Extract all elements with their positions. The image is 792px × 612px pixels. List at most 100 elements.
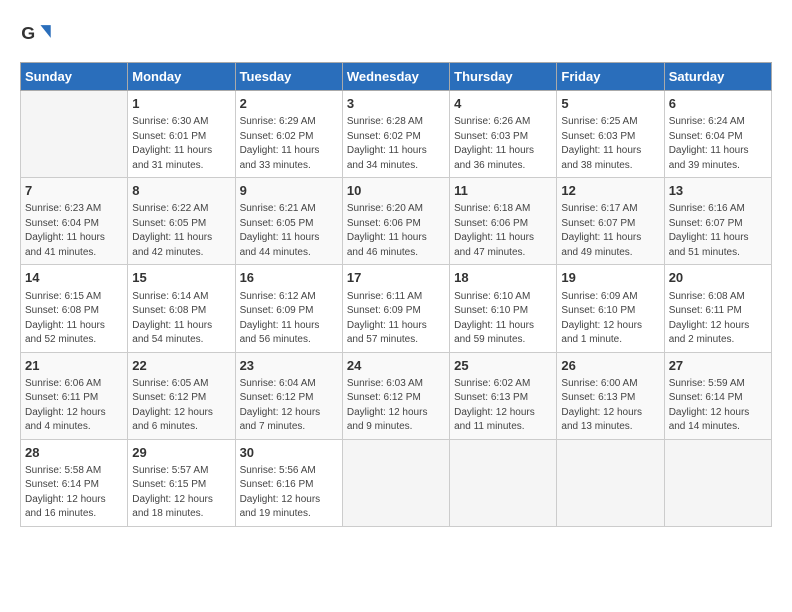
day-number: 23	[240, 357, 338, 375]
day-info: Sunrise: 6:05 AMSunset: 6:12 PMDaylight:…	[132, 377, 230, 435]
calendar-body: 1 Sunrise: 6:30 AMSunset: 6:01 PMDaylight…	[21, 91, 772, 527]
day-info: Sunrise: 5:56 AMSunset: 6:16 PMDaylight:…	[240, 464, 338, 522]
day-number: 20	[669, 269, 767, 287]
weekday-header: Thursday	[450, 63, 557, 91]
calendar-table: SundayMondayTuesdayWednesdayThursdayFrid…	[20, 62, 772, 527]
calendar-cell: 6 Sunrise: 6:24 AMSunset: 6:04 PMDaylight…	[664, 91, 771, 178]
svg-text:G: G	[21, 23, 35, 43]
day-info: Sunrise: 6:26 AMSunset: 6:03 PMDaylight:…	[454, 115, 552, 173]
calendar-cell: 24Sunrise: 6:03 AMSunset: 6:12 PMDayligh…	[342, 352, 449, 439]
day-number: 12	[561, 182, 659, 200]
calendar-cell: 30 Sunrise: 5:56 AMSunset: 6:16 PMDayligh…	[235, 439, 342, 526]
calendar-cell: 29Sunrise: 5:57 AMSunset: 6:15 PMDayligh…	[128, 439, 235, 526]
day-info: Sunrise: 6:22 AMSunset: 6:05 PMDaylight:…	[132, 202, 230, 260]
day-info: Sunrise: 6:21 AMSunset: 6:05 PMDaylight:…	[240, 202, 338, 260]
calendar-cell: 18 Sunrise: 6:10 AMSunset: 6:10 PMDayligh…	[450, 265, 557, 352]
weekday-header: Sunday	[21, 63, 128, 91]
day-number: 2	[240, 95, 338, 113]
calendar-cell: 15 Sunrise: 6:14 AMSunset: 6:08 PMDayligh…	[128, 265, 235, 352]
day-info: Sunrise: 6:23 AMSunset: 6:04 PMDaylight:…	[25, 202, 123, 260]
calendar-cell: 22 Sunrise: 6:05 AMSunset: 6:12 PMDayligh…	[128, 352, 235, 439]
weekday-header: Saturday	[664, 63, 771, 91]
calendar-cell	[664, 439, 771, 526]
calendar-header: SundayMondayTuesdayWednesdayThursdayFrid…	[21, 63, 772, 91]
weekday-header: Wednesday	[342, 63, 449, 91]
calendar-cell	[557, 439, 664, 526]
day-number: 8	[132, 182, 230, 200]
calendar-cell: 5Sunrise: 6:25 AMSunset: 6:03 PMDaylight…	[557, 91, 664, 178]
day-number: 16	[240, 269, 338, 287]
day-number: 25	[454, 357, 552, 375]
day-info: Sunrise: 5:58 AMSunset: 6:14 PMDaylight:…	[25, 464, 123, 522]
calendar-cell: 17 Sunrise: 6:11 AMSunset: 6:09 PMDayligh…	[342, 265, 449, 352]
day-number: 9	[240, 182, 338, 200]
day-info: Sunrise: 6:00 AMSunset: 6:13 PMDaylight:…	[561, 377, 659, 435]
logo-icon: G	[20, 20, 52, 52]
calendar-cell: 23 Sunrise: 6:04 AMSunset: 6:12 PMDayligh…	[235, 352, 342, 439]
day-info: Sunrise: 6:17 AMSunset: 6:07 PMDaylight:…	[561, 202, 659, 260]
day-info: Sunrise: 6:25 AMSunset: 6:03 PMDaylight:…	[561, 115, 659, 173]
day-number: 15	[132, 269, 230, 287]
calendar-cell: 25 Sunrise: 6:02 AMSunset: 6:13 PMDayligh…	[450, 352, 557, 439]
week-row: 21Sunrise: 6:06 AMSunset: 6:11 PMDayligh…	[21, 352, 772, 439]
page-header: G	[20, 20, 772, 52]
calendar-cell: 8 Sunrise: 6:22 AMSunset: 6:05 PMDaylight…	[128, 178, 235, 265]
day-info: Sunrise: 6:02 AMSunset: 6:13 PMDaylight:…	[454, 377, 552, 435]
weekday-header: Monday	[128, 63, 235, 91]
calendar-cell: 27 Sunrise: 5:59 AMSunset: 6:14 PMDayligh…	[664, 352, 771, 439]
day-number: 22	[132, 357, 230, 375]
calendar-cell: 12 Sunrise: 6:17 AMSunset: 6:07 PMDayligh…	[557, 178, 664, 265]
day-number: 13	[669, 182, 767, 200]
day-number: 7	[25, 182, 123, 200]
calendar-cell: 19Sunrise: 6:09 AMSunset: 6:10 PMDayligh…	[557, 265, 664, 352]
day-number: 26	[561, 357, 659, 375]
day-number: 30	[240, 444, 338, 462]
calendar-cell: 11 Sunrise: 6:18 AMSunset: 6:06 PMDayligh…	[450, 178, 557, 265]
calendar-cell: 1 Sunrise: 6:30 AMSunset: 6:01 PMDaylight…	[128, 91, 235, 178]
day-number: 21	[25, 357, 123, 375]
day-info: Sunrise: 6:30 AMSunset: 6:01 PMDaylight:…	[132, 115, 230, 173]
day-number: 29	[132, 444, 230, 462]
day-info: Sunrise: 6:20 AMSunset: 6:06 PMDaylight:…	[347, 202, 445, 260]
calendar-cell: 26 Sunrise: 6:00 AMSunset: 6:13 PMDayligh…	[557, 352, 664, 439]
weekday-row: SundayMondayTuesdayWednesdayThursdayFrid…	[21, 63, 772, 91]
day-info: Sunrise: 6:04 AMSunset: 6:12 PMDaylight:…	[240, 377, 338, 435]
weekday-header: Tuesday	[235, 63, 342, 91]
calendar-cell: 3 Sunrise: 6:28 AMSunset: 6:02 PMDaylight…	[342, 91, 449, 178]
day-info: Sunrise: 6:18 AMSunset: 6:06 PMDaylight:…	[454, 202, 552, 260]
day-info: Sunrise: 6:15 AMSunset: 6:08 PMDaylight:…	[25, 290, 123, 348]
day-info: Sunrise: 6:14 AMSunset: 6:08 PMDaylight:…	[132, 290, 230, 348]
calendar-cell	[21, 91, 128, 178]
day-number: 17	[347, 269, 445, 287]
day-info: Sunrise: 6:29 AMSunset: 6:02 PMDaylight:…	[240, 115, 338, 173]
day-number: 4	[454, 95, 552, 113]
calendar-cell	[342, 439, 449, 526]
calendar-cell: 13 Sunrise: 6:16 AMSunset: 6:07 PMDayligh…	[664, 178, 771, 265]
day-info: Sunrise: 5:59 AMSunset: 6:14 PMDaylight:…	[669, 377, 767, 435]
day-number: 11	[454, 182, 552, 200]
day-number: 14	[25, 269, 123, 287]
calendar-cell: 21Sunrise: 6:06 AMSunset: 6:11 PMDayligh…	[21, 352, 128, 439]
week-row: 14 Sunrise: 6:15 AMSunset: 6:08 PMDayligh…	[21, 265, 772, 352]
day-info: Sunrise: 6:09 AMSunset: 6:10 PMDaylight:…	[561, 290, 659, 348]
week-row: 1 Sunrise: 6:30 AMSunset: 6:01 PMDaylight…	[21, 91, 772, 178]
calendar-cell: 7 Sunrise: 6:23 AMSunset: 6:04 PMDaylight…	[21, 178, 128, 265]
day-number: 1	[132, 95, 230, 113]
day-info: Sunrise: 6:11 AMSunset: 6:09 PMDaylight:…	[347, 290, 445, 348]
day-info: Sunrise: 6:16 AMSunset: 6:07 PMDaylight:…	[669, 202, 767, 260]
calendar-cell: 9 Sunrise: 6:21 AMSunset: 6:05 PMDaylight…	[235, 178, 342, 265]
day-info: Sunrise: 6:28 AMSunset: 6:02 PMDaylight:…	[347, 115, 445, 173]
day-info: Sunrise: 6:24 AMSunset: 6:04 PMDaylight:…	[669, 115, 767, 173]
day-number: 3	[347, 95, 445, 113]
day-number: 27	[669, 357, 767, 375]
week-row: 28 Sunrise: 5:58 AMSunset: 6:14 PMDayligh…	[21, 439, 772, 526]
calendar-cell: 2 Sunrise: 6:29 AMSunset: 6:02 PMDaylight…	[235, 91, 342, 178]
logo: G	[20, 20, 56, 52]
day-number: 18	[454, 269, 552, 287]
calendar-cell: 14 Sunrise: 6:15 AMSunset: 6:08 PMDayligh…	[21, 265, 128, 352]
calendar-cell: 16Sunrise: 6:12 AMSunset: 6:09 PMDayligh…	[235, 265, 342, 352]
calendar-cell: 20Sunrise: 6:08 AMSunset: 6:11 PMDayligh…	[664, 265, 771, 352]
day-number: 6	[669, 95, 767, 113]
day-info: Sunrise: 6:10 AMSunset: 6:10 PMDaylight:…	[454, 290, 552, 348]
day-number: 28	[25, 444, 123, 462]
